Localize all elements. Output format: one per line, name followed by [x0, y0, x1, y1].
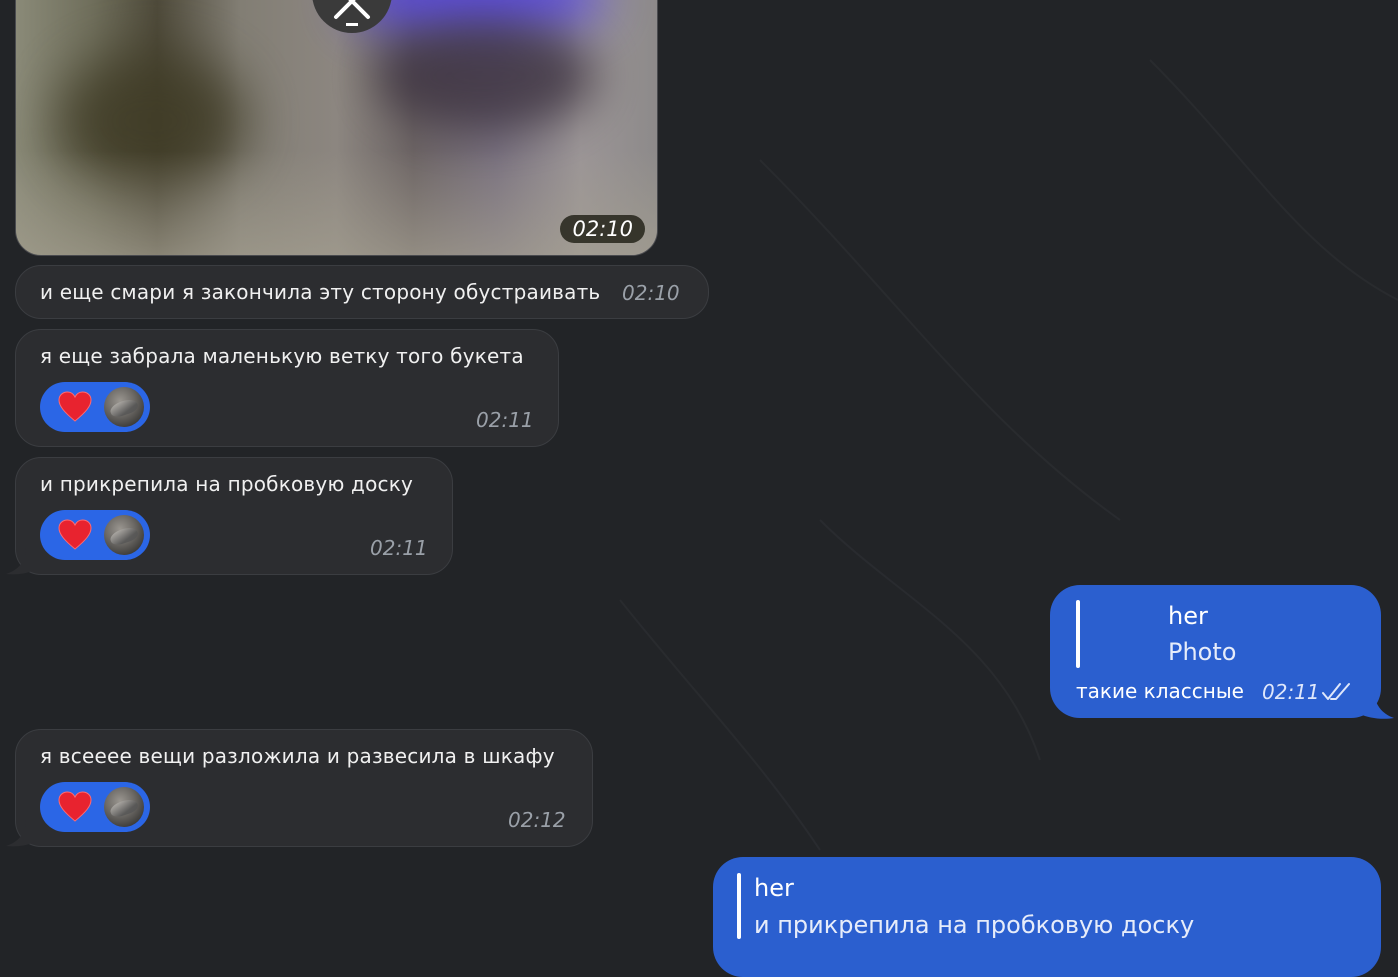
- message-time: 02:11: [476, 408, 534, 432]
- outgoing-message[interactable]: her и прикрепила на пробковую доску: [713, 857, 1381, 977]
- bubble-tail: [6, 820, 34, 847]
- avatar: [104, 515, 144, 555]
- incoming-message[interactable]: я еще забрала маленькую ветку того букет…: [15, 329, 559, 447]
- close-media-button[interactable]: [312, 0, 392, 33]
- read-receipt-icon: [1322, 683, 1350, 700]
- incoming-message[interactable]: и еще смари я закончила эту сторону обус…: [15, 265, 709, 319]
- close-icon: [334, 0, 370, 26]
- avatar: [104, 387, 144, 427]
- message-text: и еще смари я закончила эту сторону обус…: [40, 280, 601, 304]
- reply-author: her: [1168, 602, 1208, 630]
- heart-icon: [58, 791, 92, 822]
- message-text: я всееее вещи разложила и развесила в шк…: [40, 744, 555, 768]
- media-blur-area: [16, 151, 657, 255]
- reaction-pill[interactable]: [40, 382, 150, 432]
- message-time: 02:12: [508, 808, 566, 832]
- message-time: 02:11: [1262, 680, 1320, 704]
- heart-icon: [58, 391, 92, 422]
- reaction-pill[interactable]: [40, 782, 150, 832]
- message-time: 02:10: [622, 281, 680, 305]
- avatar: [104, 787, 144, 827]
- reply-author: her: [754, 874, 794, 902]
- heart-icon: [58, 519, 92, 550]
- reaction-pill[interactable]: [40, 510, 150, 560]
- media-blur-area: [376, 21, 596, 131]
- message-text: и прикрепила на пробковую доску: [40, 472, 414, 496]
- reply-quote-bar: [737, 873, 741, 939]
- reply-preview: и прикрепила на пробковую доску: [754, 911, 1195, 939]
- message-text: такие классные: [1076, 679, 1244, 703]
- message-time: 02:11: [370, 536, 428, 560]
- incoming-message[interactable]: я всееее вещи разложила и развесила в шк…: [15, 729, 593, 847]
- bubble-tail: [1360, 690, 1394, 719]
- message-time: 02:10: [560, 215, 645, 243]
- outgoing-message[interactable]: her Photo такие классные 02:11: [1050, 585, 1381, 718]
- message-text: я еще забрала маленькую ветку того букет…: [40, 344, 524, 368]
- bubble-tail: [6, 548, 34, 575]
- media-message[interactable]: 02:10: [15, 0, 658, 256]
- reply-preview: Photo: [1168, 638, 1237, 666]
- incoming-message[interactable]: и прикрепила на пробковую доску 02:11: [15, 457, 453, 575]
- reply-quote-bar: [1076, 600, 1080, 668]
